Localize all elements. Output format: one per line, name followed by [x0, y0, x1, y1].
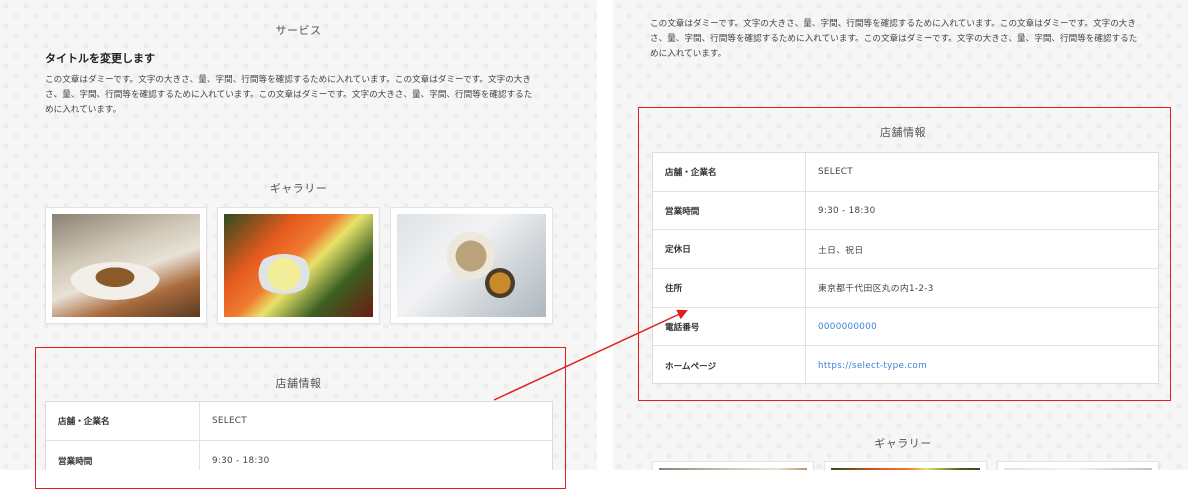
gallery-thumb-salad[interactable]	[217, 207, 380, 324]
table-row: ホームページ https://select-type.com	[653, 346, 1158, 386]
body-line: めに入れています。	[650, 49, 727, 59]
gallery-thumb-salad[interactable]	[824, 461, 987, 470]
row-label: 店舗・企業名	[46, 402, 200, 440]
gallery-thumb-cake[interactable]	[45, 207, 207, 324]
table-row: 営業時間 9:30 - 18:30	[46, 441, 552, 470]
service-heading: サービス	[275, 24, 322, 37]
service-title: タイトルを変更します	[45, 52, 155, 65]
table-row: 住所 東京都千代田区丸の内1-2-3	[653, 269, 1158, 308]
japanese-meal-photo	[1004, 468, 1152, 470]
row-value: 9:30 - 18:30	[212, 455, 270, 466]
shop-info-table: 店舗・企業名 SELECT 営業時間 9:30 - 18:30 定休日 土日、祝…	[652, 152, 1159, 386]
row-value: 9:30 - 18:30	[818, 205, 876, 216]
phone-link[interactable]: 0000000000	[806, 308, 877, 346]
row-value: 土日、祝日	[818, 245, 864, 256]
row-label: 営業時間	[653, 191, 806, 230]
row-label: ホームページ	[653, 346, 806, 386]
salad-photo	[831, 468, 980, 470]
cake-photo	[659, 468, 807, 470]
gallery-heading: ギャラリー	[874, 437, 932, 450]
row-label: 営業時間	[46, 441, 200, 470]
row-value: 東京都千代田区丸の内1-2-3	[818, 284, 934, 295]
shop-info-table: 店舗・企業名 SELECT 営業時間 9:30 - 18:30	[45, 401, 553, 470]
table-row: 店舗・企業名 SELECT	[46, 402, 552, 441]
body-line: さ、量、字間、行間等を確認するために入れています。この文章はダミーです。文字の大…	[45, 90, 533, 100]
gallery-heading: ギャラリー	[269, 182, 328, 195]
row-label: 店舗・企業名	[653, 153, 806, 191]
row-label: 定休日	[653, 230, 806, 269]
service-body-text: この文章はダミーです。文字の大きさ、量、字間、行間等を確認するために入れています…	[45, 73, 565, 118]
left-page-preview: サービス タイトルを変更します この文章はダミーです。文字の大きさ、量、字間、行…	[0, 0, 597, 470]
row-label: 住所	[653, 269, 806, 307]
right-page-preview: この文章はダミーです。文字の大きさ、量、字間、行間等を確認するために入れています…	[613, 0, 1188, 470]
body-line: さ、量、字間、行間等を確認するために入れています。この文章はダミーです。文字の大…	[650, 34, 1138, 44]
body-line: めに入れています。	[45, 105, 122, 115]
table-row: 店舗・企業名 SELECT	[653, 153, 1158, 192]
row-value: SELECT	[818, 166, 853, 177]
salad-photo	[224, 214, 373, 317]
body-line: この文章はダミーです。文字の大きさ、量、字間、行間等を確認するために入れています…	[650, 19, 1136, 29]
table-row: 電話番号 0000000000	[653, 307, 1158, 347]
cake-photo	[52, 214, 200, 317]
table-row: 定休日 土日、祝日	[653, 230, 1158, 270]
row-value: SELECT	[212, 416, 247, 426]
shop-info-heading: 店舗情報	[880, 126, 926, 139]
service-body-text: この文章はダミーです。文字の大きさ、量、字間、行間等を確認するために入れています…	[650, 17, 1170, 62]
shop-info-heading: 店舗情報	[275, 377, 322, 390]
gallery-thumb-japanese-meal[interactable]	[390, 207, 553, 324]
japanese-meal-photo	[397, 214, 546, 317]
body-line: この文章はダミーです。文字の大きさ、量、字間、行間等を確認するために入れています…	[45, 75, 531, 85]
table-row: 営業時間 9:30 - 18:30	[653, 191, 1158, 231]
row-label: 電話番号	[653, 307, 806, 346]
homepage-link[interactable]: https://select-type.com	[806, 346, 927, 385]
gallery-thumb-japanese-meal[interactable]	[997, 461, 1159, 470]
gallery-thumb-cake[interactable]	[652, 461, 814, 470]
